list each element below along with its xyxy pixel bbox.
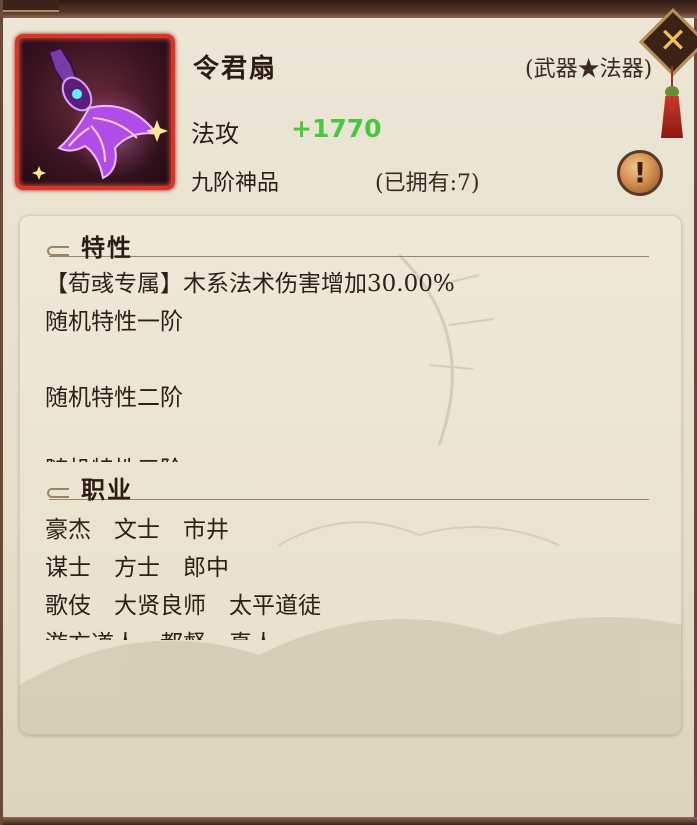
job-row: 豪杰 文士 市井 xyxy=(45,517,229,543)
jobs-list[interactable]: 豪杰 文士 市井 谋士 方士 郎中 歌伎 大贤良师 太平道徒 游方道人 都督 真… xyxy=(3,0,697,640)
job-row: 歌伎 大贤良师 太平道徒 xyxy=(45,593,321,619)
item-tooltip-window: 令君扇 (武器★法器) 法攻 +1770 九阶神品 (已拥有:7) ! ✕ 特性… xyxy=(0,0,697,825)
window-bottom-bar xyxy=(3,817,697,825)
job-row: 谋士 方士 郎中 xyxy=(45,555,229,581)
job-row: 游方道人 都督 真人 xyxy=(45,624,275,640)
